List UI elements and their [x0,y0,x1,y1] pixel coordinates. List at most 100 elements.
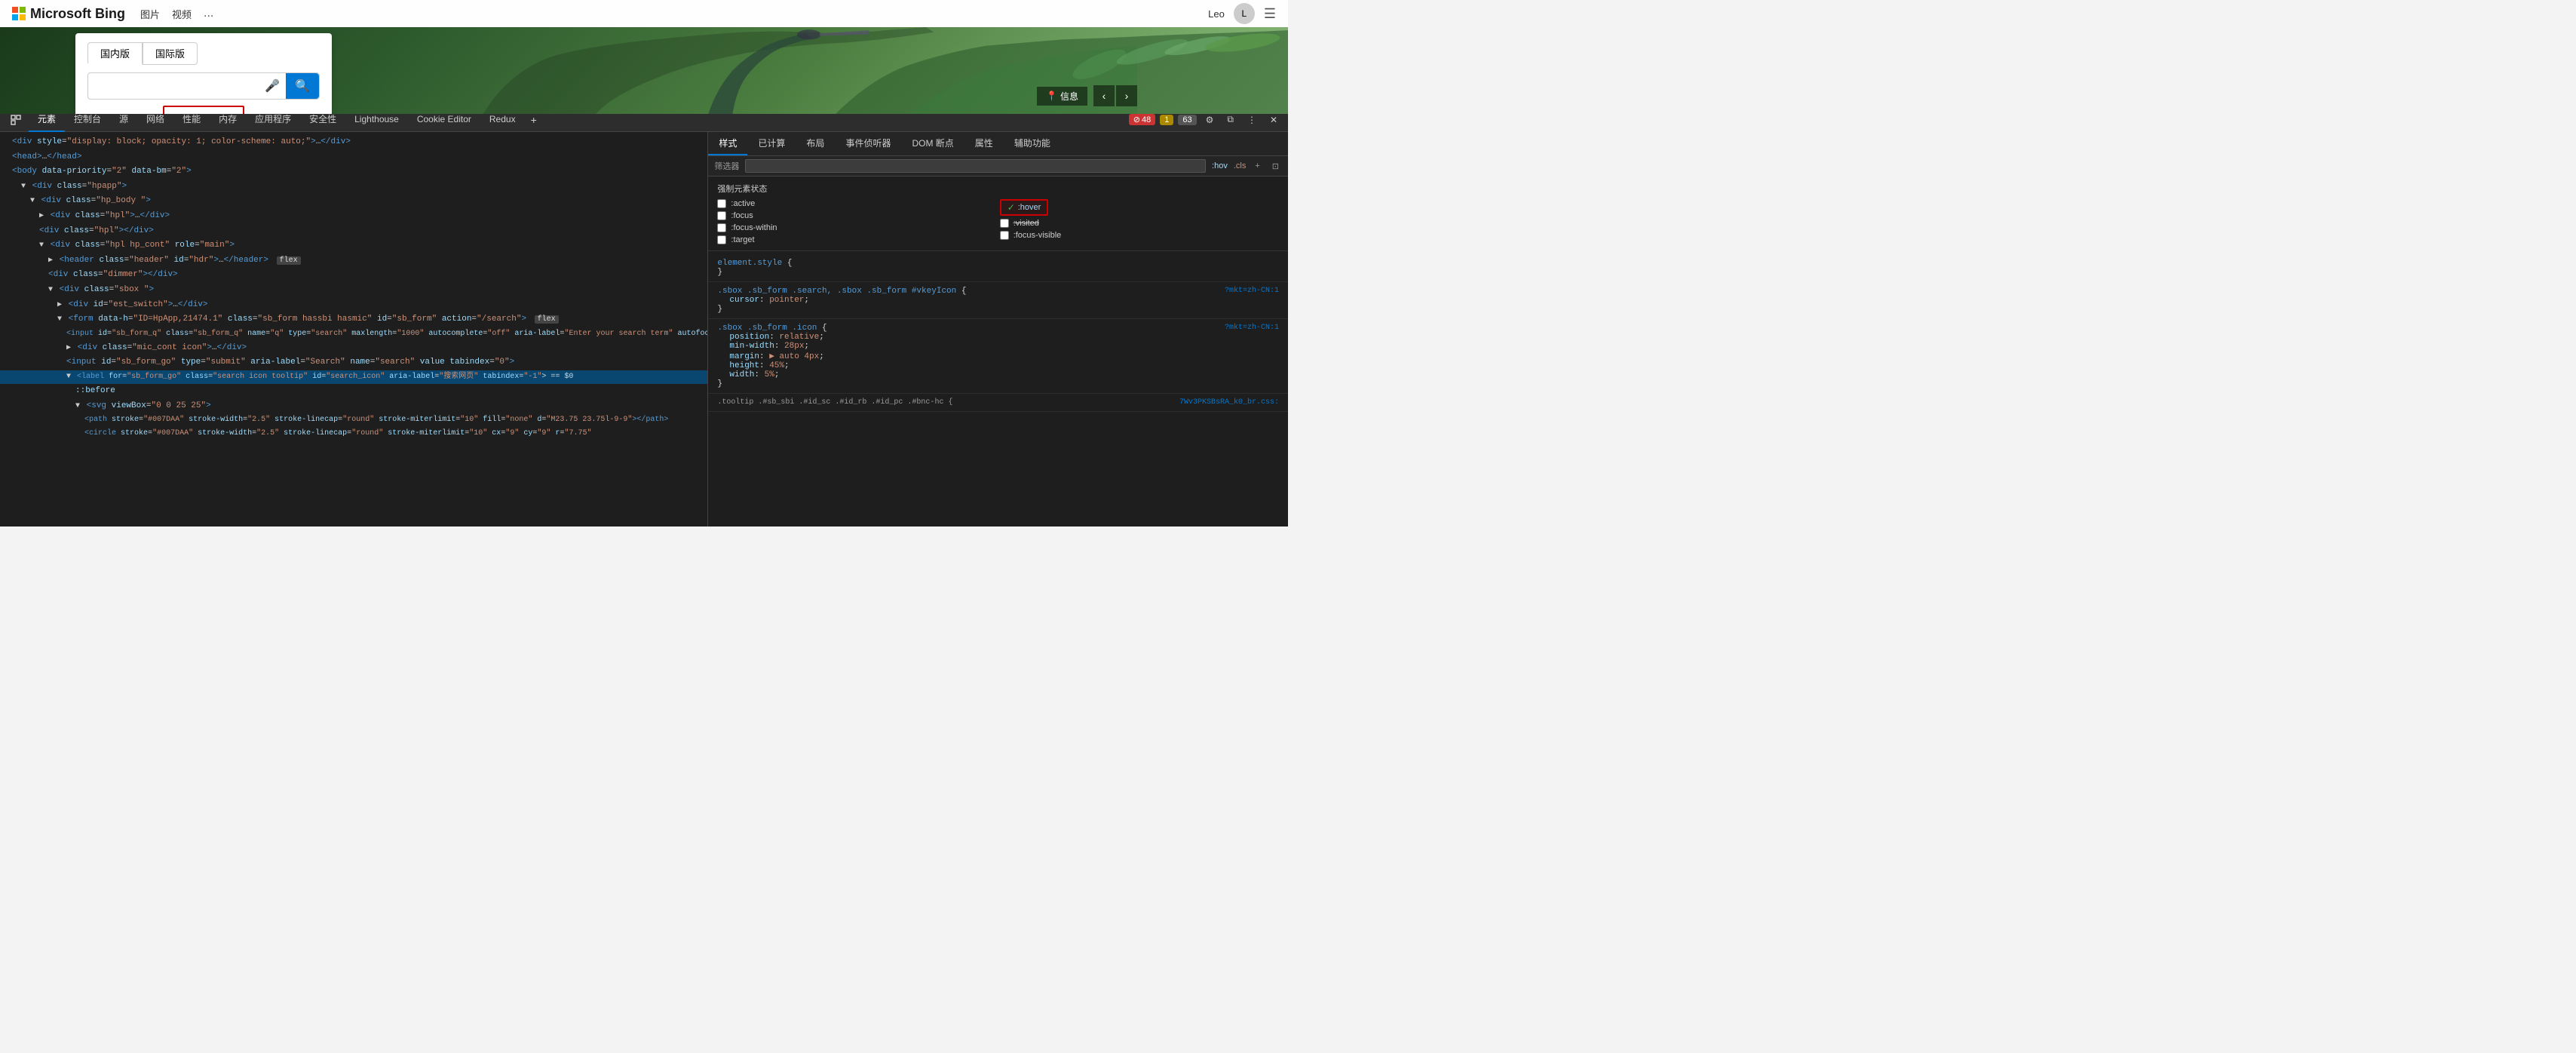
filter-add-button[interactable]: + [1252,160,1262,172]
css-rule-tooltip: .tooltip .#sb_sbi .#id_sc .#id_rb .#id_p… [708,394,1288,412]
state-visited-checkbox[interactable] [1000,219,1009,228]
dom-line-15[interactable]: <input id="sb_form_go" type="submit" ari… [0,355,707,370]
menu-icon[interactable]: ☰ [1264,6,1276,22]
css-tooltip-selector: .tooltip .#sb_sbi .#id_sc .#id_rb .#id_p… [717,398,952,407]
dom-line-13[interactable]: <input id="sb_form_q" class="sb_form_q" … [0,327,707,341]
state-visited-label: :visited [1014,219,1039,228]
nav-link-video[interactable]: 视频 [172,7,192,21]
mic-icon[interactable]: 🎤 [259,74,286,98]
dom-line-19[interactable]: <path stroke="#007DAA" stroke-width="2.5… [0,413,707,427]
devtools-main: <div style="display: block; opacity: 1; … [0,132,1288,526]
bing-navbar: Microsoft Bing 图片 视频 ... Leo L ☰ [0,0,1288,27]
tab-domestic[interactable]: 国内版 [87,42,143,65]
dom-line-11[interactable]: ▶ <div id="est_switch">…</div> [0,298,707,313]
hover-label: :hover [1018,203,1041,212]
state-target: :target [717,235,996,244]
search-input[interactable] [88,75,259,97]
dom-line-1[interactable]: <head>…</head> [0,150,707,165]
info-count: 63 [1182,115,1191,124]
dom-line-4[interactable]: ▼ <div class="hp_body "> [0,194,707,209]
dom-line-10[interactable]: ▼ <div class="sbox "> [0,283,707,298]
styles-tab-eventlisteners[interactable]: 事件侦听器 [835,132,901,155]
warn-count: 1 [1164,115,1169,124]
search-button[interactable]: 🔍 [286,73,319,99]
dom-line-20[interactable]: <circle stroke="#007DAA" stroke-width="2… [0,427,707,441]
state-focus-checkbox[interactable] [717,211,726,220]
search-web-button[interactable]: 搜索网页 [163,106,244,114]
css-selector-0: element.style { [717,259,1279,268]
state-col-left: :active :focus :focus-within [717,199,996,244]
filter-input[interactable] [745,159,1206,173]
filter-cls[interactable]: .cls [1234,161,1247,170]
location-label: 信息 [1060,90,1078,103]
filter-hov[interactable]: :hov [1212,161,1228,170]
state-grid: :active :focus :focus-within [717,199,1279,244]
prev-arrow-button[interactable]: ‹ [1093,85,1115,106]
styles-filter-bar: 筛选器 :hov .cls + ⊡ [708,156,1288,177]
css-closing-0: } [717,268,1279,277]
next-arrow-button[interactable]: › [1116,85,1137,106]
dom-line-14[interactable]: ▶ <div class="mic_cont icon">…</div> [0,341,707,356]
error-count: 48 [1142,115,1151,124]
ms-square-red [12,7,18,13]
css-source-tooltip[interactable]: 7Wv3PKSBsRA_k0_br.css: [1179,398,1279,407]
state-active-label: :active [731,199,755,208]
styles-tab-dombreakpoints[interactable]: DOM 断点 [901,132,964,155]
dom-line-5[interactable]: ▶ <div class="hpl">…</div> [0,209,707,224]
css-prop-min-width: min-width: 28px; [717,342,1279,351]
filter-expand-button[interactable]: ⊡ [1269,160,1282,173]
state-target-checkbox[interactable] [717,235,726,244]
nav-link-images[interactable]: 图片 [140,7,160,21]
hero-info: 📍 信息 ‹ › [1037,85,1137,106]
location-info-button[interactable]: 📍 信息 [1037,87,1087,106]
dom-panel[interactable]: <div style="display: block; opacity: 1; … [0,132,708,526]
css-rules: element.style { } .sbox .sb_form .search… [708,251,1288,526]
search-input-row: 🎤 🔍 [87,72,320,100]
dom-line-6[interactable]: <div class="hpl"></div> [0,224,707,239]
dom-line-9[interactable]: <div class="dimmer"></div> [0,268,707,283]
dom-line-3[interactable]: ▼ <div class="hpapp"> [0,180,707,195]
nav-more-icon[interactable]: ... [204,7,213,20]
css-closing-2: } [717,379,1279,388]
tab-add-button[interactable]: + [525,114,543,126]
inspect-icon [11,115,21,125]
styles-tab-accessibility[interactable]: 辅助功能 [1004,132,1061,155]
hover-check-icon: ✓ [1007,202,1015,213]
filter-label: 筛选器 [714,160,739,172]
force-state-title: 强制元素状态 [717,183,1279,195]
styles-tab-styles[interactable]: 样式 [708,132,747,155]
dom-line-17[interactable]: ::before [0,384,707,399]
ms-square-green [20,7,26,13]
state-focus-visible: :focus-visible [1000,231,1279,240]
error-badge: ⊘ 48 [1129,114,1155,125]
state-focus-within-checkbox[interactable] [717,223,726,232]
state-focus-visible-checkbox[interactable] [1000,231,1009,240]
styles-tab-computed[interactable]: 已计算 [747,132,796,155]
error-icon: ⊘ [1133,115,1140,124]
state-focus-within-label: :focus-within [731,223,777,232]
css-source-2[interactable]: ?mkt=zh-CN:1 [1225,324,1279,332]
bing-nav-links: 图片 视频 ... [140,7,213,21]
styles-tab-properties[interactable]: 属性 [964,132,1004,155]
styles-tab-layout[interactable]: 布局 [796,132,835,155]
state-focus-label: :focus [731,211,753,220]
devtools: 元素 控制台 源 网络 性能 内存 应用程序 安全性 Lighthouse Co… [0,108,1288,526]
dom-line-12[interactable]: ▼ <form data-h="ID=HpApp,21474.1" class=… [0,312,707,327]
dom-tag: <div [12,137,32,146]
css-closing-1: } [717,305,1279,314]
state-col-right: ✓ :hover :visited :focus-visible [1000,199,1279,244]
dom-line-8[interactable]: ▶ <header class="header" id="hdr">…</hea… [0,253,707,269]
styles-panel-tabs: 样式 已计算 布局 事件侦听器 DOM 断点 属性 辅助功能 [708,132,1288,156]
user-avatar[interactable]: L [1234,3,1255,24]
dom-line-18[interactable]: ▼ <svg viewBox="0 0 25 25"> [0,399,707,414]
tab-international[interactable]: 国际版 [143,42,198,65]
microsoft-squares [12,7,26,20]
css-source-1[interactable]: ?mkt=zh-CN:1 [1225,287,1279,295]
dom-line-16-selected[interactable]: ▼ <label for="sb_form_go" class="search … [0,370,707,384]
bing-nav-right: Leo L ☰ [1208,3,1276,24]
state-active-checkbox[interactable] [717,199,726,208]
dom-line-2[interactable]: <body data-priority="2" data-bm="2"> [0,164,707,180]
dom-line-7[interactable]: ▼ <div class="hpl hp_cont" role="main"> [0,238,707,253]
css-prop-position: position: relative; [717,333,1279,342]
dom-line-0[interactable]: <div style="display: block; opacity: 1; … [0,135,707,150]
